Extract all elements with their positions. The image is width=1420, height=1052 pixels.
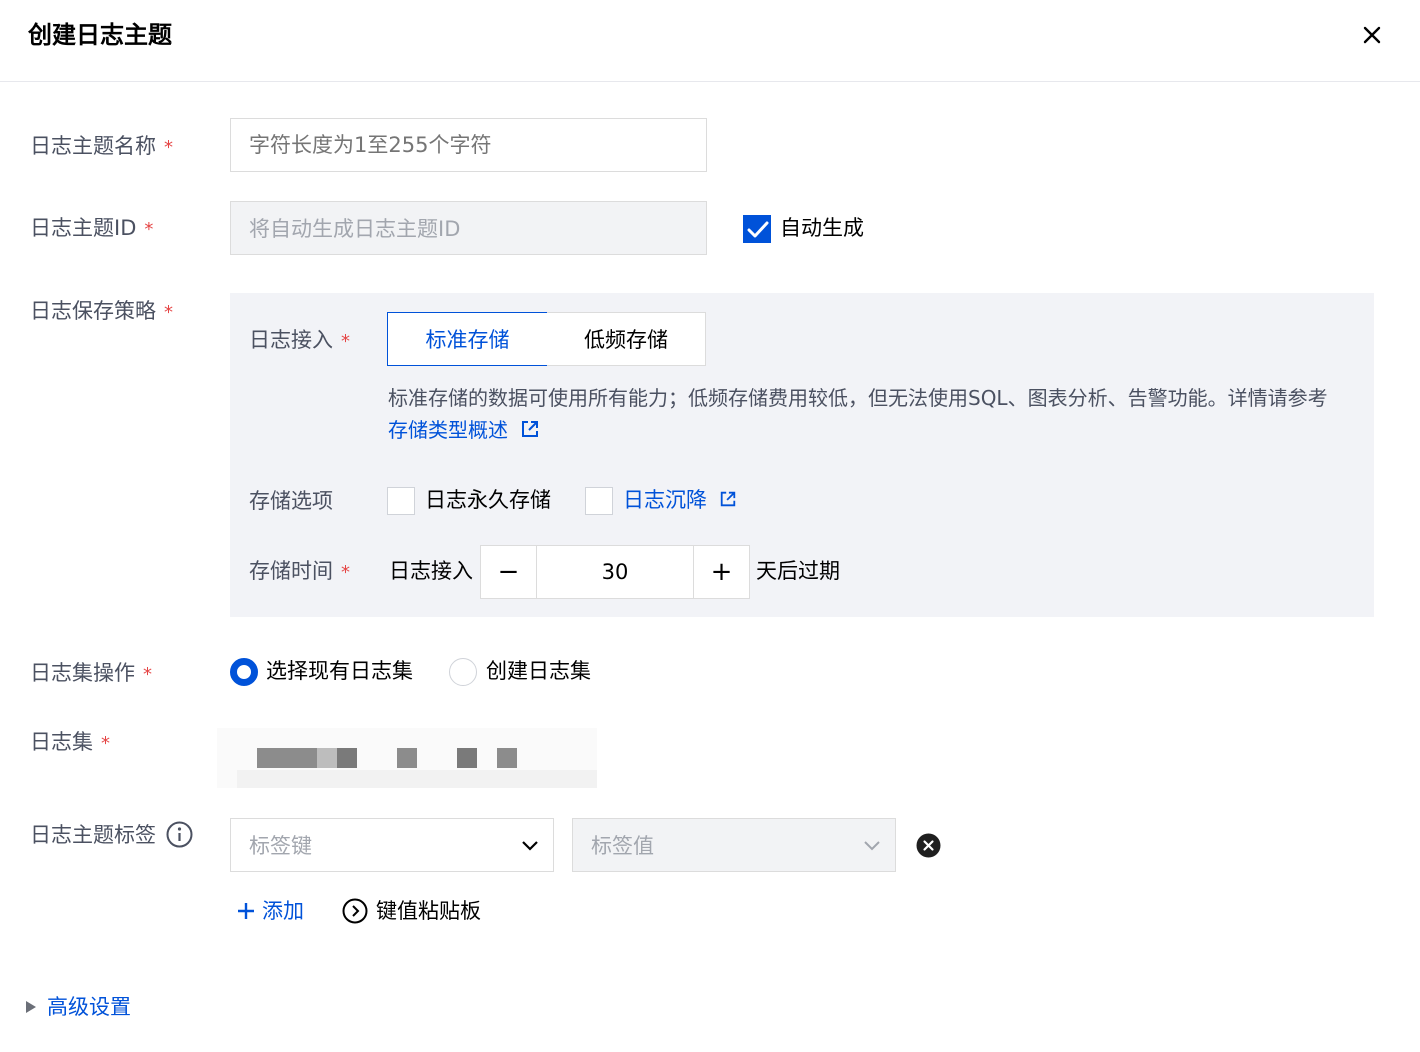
storage-time-prefix: 日志接入 (389, 559, 473, 583)
logset-op-label: 日志集操作 * (30, 661, 152, 685)
low-freq-storage-option[interactable]: 低频存储 (547, 312, 706, 366)
tag-key-placeholder: 标签键 (249, 834, 312, 858)
standard-storage-option[interactable]: 标准存储 (387, 312, 548, 366)
permanent-storage-label: 日志永久存储 (425, 488, 551, 512)
required-mark: * (341, 562, 350, 583)
required-mark: * (164, 137, 173, 158)
storage-time-label: 存储时间 * (249, 559, 350, 583)
log-access-label: 日志接入 * (249, 328, 350, 352)
caret-right-icon (26, 1001, 36, 1013)
log-sink-link[interactable]: 日志沉降 (623, 486, 707, 514)
log-sink-checkbox[interactable] (585, 487, 613, 515)
select-existing-logset-label: 选择现有日志集 (266, 659, 413, 683)
storage-options-label: 存储选项 (249, 489, 333, 513)
required-mark: * (164, 302, 173, 323)
remove-tag-icon[interactable] (916, 833, 941, 858)
topic-tags-label: 日志主题标签 (30, 823, 156, 847)
info-icon[interactable] (166, 821, 193, 848)
select-existing-logset-radio[interactable] (230, 658, 258, 686)
check-icon (747, 221, 769, 238)
tag-value-placeholder: 标签值 (591, 834, 654, 858)
create-logset-label: 创建日志集 (486, 659, 591, 683)
required-mark: * (143, 664, 152, 685)
increment-button[interactable]: + (694, 546, 749, 598)
dialog-header: 创建日志主题 (0, 0, 1420, 82)
create-logset-radio[interactable] (449, 658, 477, 686)
plus-icon (238, 903, 254, 919)
storage-days-stepper: − 30 + (480, 545, 750, 599)
retention-label: 日志保存策略 * (30, 299, 173, 323)
topic-name-label: 日志主题名称 * (30, 134, 173, 158)
auto-generate-checkbox[interactable] (743, 215, 771, 243)
logset-label: 日志集 * (30, 730, 110, 754)
topic-id-input: 将自动生成日志主题ID (230, 201, 707, 255)
topic-id-label: 日志主题ID * (30, 216, 154, 240)
external-link-icon[interactable] (520, 419, 540, 439)
advanced-settings-toggle[interactable]: 高级设置 (24, 993, 131, 1021)
chevron-right-circle-icon (342, 898, 368, 924)
clipboard-button[interactable]: 键值粘贴板 (342, 897, 481, 925)
chevron-down-icon (864, 841, 880, 851)
add-tag-button[interactable]: 添加 (236, 897, 304, 925)
dialog-title: 创建日志主题 (28, 21, 172, 49)
logset-select-redacted[interactable] (217, 728, 597, 788)
chevron-down-icon (522, 841, 538, 851)
decrement-button[interactable]: − (481, 546, 536, 598)
external-link-icon[interactable] (719, 490, 737, 508)
storage-type-link[interactable]: 存储类型概述 (388, 418, 508, 442)
topic-name-input[interactable] (230, 118, 707, 172)
tag-value-select: 标签值 (572, 818, 896, 872)
close-icon[interactable] (1358, 21, 1386, 49)
required-mark: * (341, 331, 350, 352)
tag-key-select[interactable]: 标签键 (230, 818, 554, 872)
required-mark: * (144, 219, 154, 240)
auto-generate-label: 自动生成 (780, 216, 864, 240)
required-mark: * (101, 733, 110, 754)
storage-description: 标准存储的数据可使用所有能力；低频存储费用较低，但无法使用SQL、图表分析、告警… (388, 386, 1328, 442)
storage-time-suffix: 天后过期 (756, 559, 840, 583)
storage-days-value[interactable]: 30 (536, 546, 694, 598)
permanent-storage-checkbox[interactable] (387, 487, 415, 515)
